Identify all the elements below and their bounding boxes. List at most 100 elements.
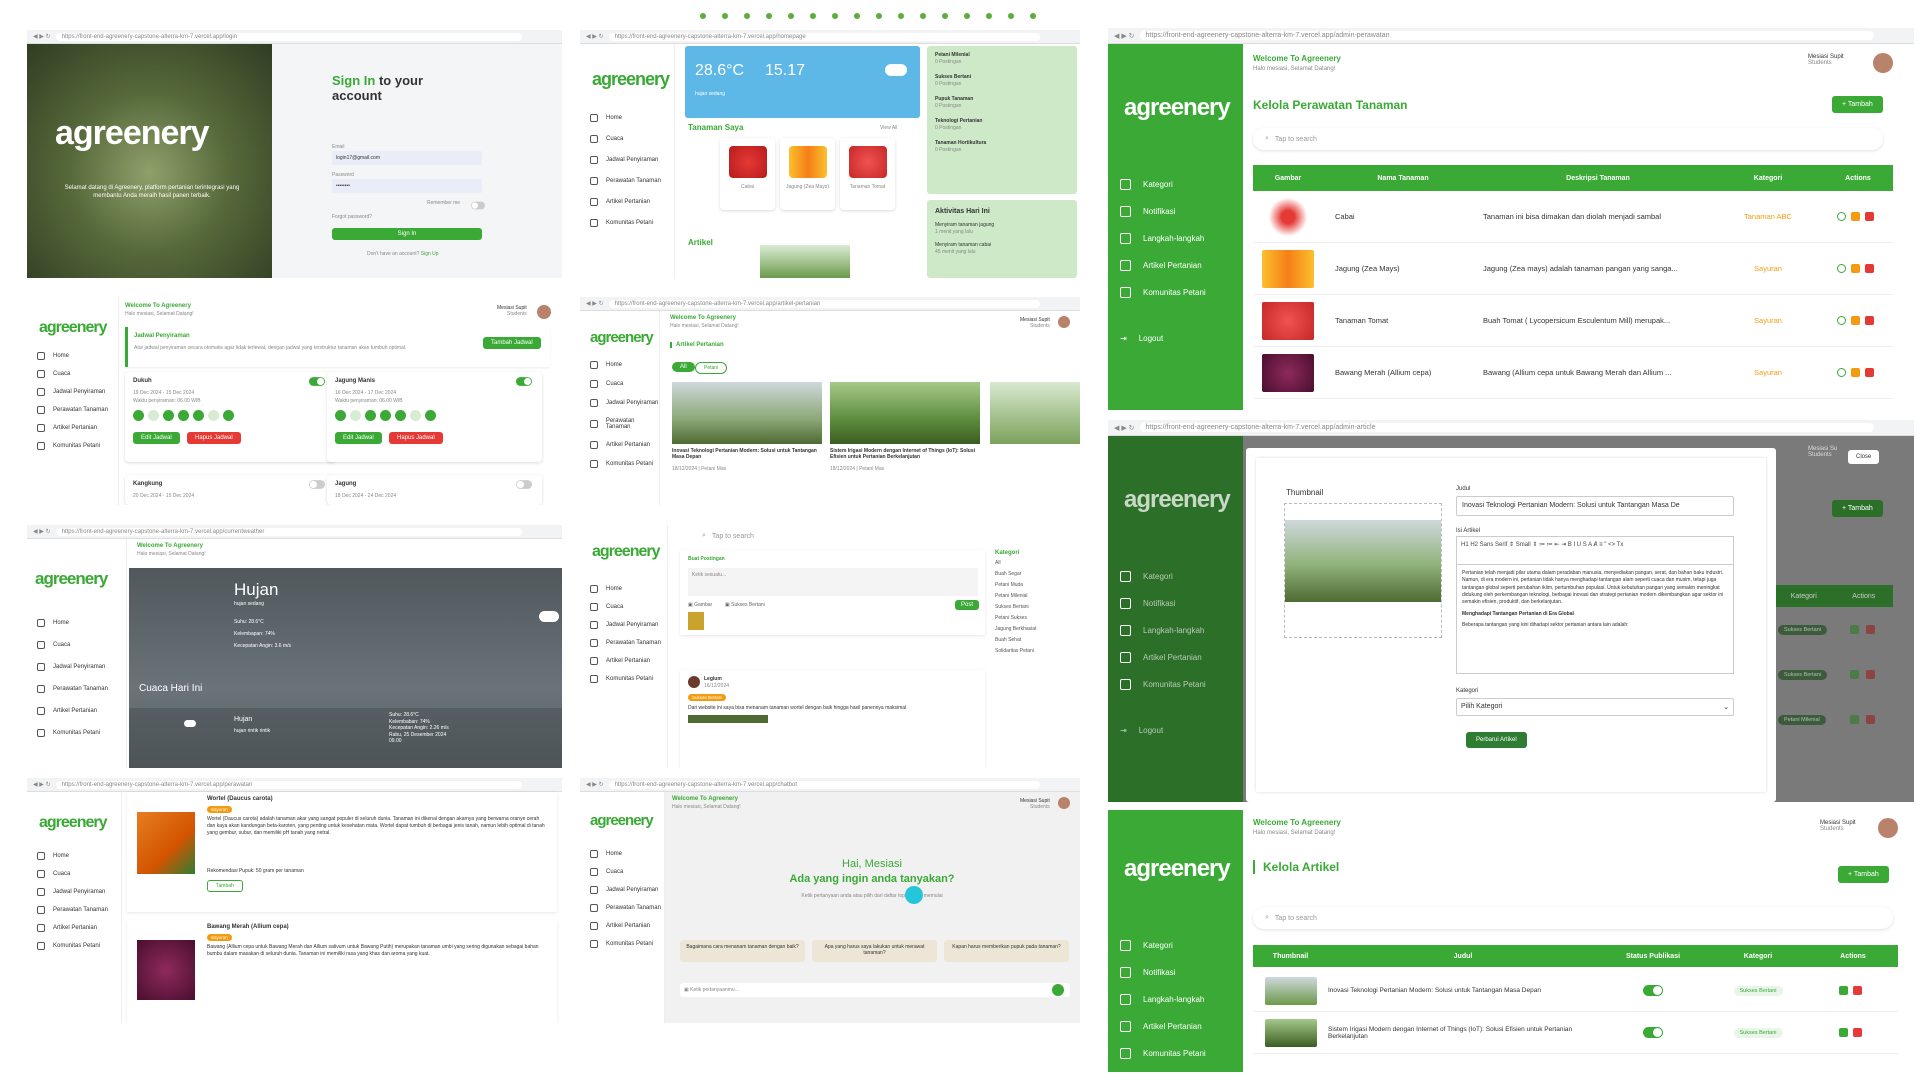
signup-link[interactable]: Sign Up (421, 251, 439, 257)
carousel-dot[interactable] (942, 13, 948, 19)
carousel-dot[interactable] (810, 13, 816, 19)
category-item[interactable]: Teknologi Pertanian (935, 118, 982, 124)
sidebar-item-artikel-pertanian[interactable]: Artikel Pertanian (590, 922, 661, 930)
day-dot[interactable] (425, 410, 436, 421)
category-item[interactable]: Tanaman Hortikultura (935, 140, 986, 146)
search-input[interactable]: ⌕ Tap to search (1253, 907, 1893, 929)
forecast-card[interactable]: Hujan hujan rintik rintik Suhu: 28.6°C K… (129, 708, 562, 768)
table-row[interactable]: Inovasi Teknologi Pertanian Modern: Solu… (1253, 970, 1898, 1012)
admin-nav-item-artikel-pertanian[interactable]: Artikel Pertanian (1120, 260, 1206, 271)
sidebar-item-komunitas-petani[interactable]: Komunitas Petani (590, 460, 659, 468)
sidebar-item-jadwal-penyiraman[interactable]: Jadwal Penyiraman (590, 156, 661, 164)
table-row[interactable]: Tanaman Tomat Buah Tomat ( Lycopersicum E… (1253, 295, 1893, 347)
image-icon[interactable]: ▣ (688, 602, 693, 608)
day-dot[interactable] (163, 410, 174, 421)
add-button[interactable]: + Tambah (1832, 96, 1883, 113)
editor-toolbar[interactable]: H1 H2 Sans Serif ⇕ Small ⇕ ≔ ≔ ⇤ ⇥ B I U… (1456, 536, 1734, 564)
category-item[interactable]: Pupuk Tanaman (935, 96, 973, 102)
judul-input[interactable]: Inovasi Teknologi Pertanian Modern: Solu… (1456, 496, 1734, 516)
admin-nav-item-notifikasi[interactable]: Notifikasi (1120, 206, 1206, 217)
add-button[interactable]: Tambah (207, 880, 243, 892)
category-item[interactable]: All (995, 560, 1075, 566)
admin-nav-item-artikel-pertanian[interactable]: Artikel Pertanian (1120, 1021, 1206, 1032)
edit-schedule-button[interactable]: Edit Jadwal (335, 432, 382, 444)
sidebar-item-jadwal-penyiraman[interactable]: Jadwal Penyiraman (590, 621, 661, 629)
article-card[interactable]: Inovasi Teknologi Pertanian Modern: Solu… (672, 382, 822, 502)
admin-nav-item-langkah-langkah[interactable]: Langkah-langkah (1120, 233, 1206, 244)
carousel-dot[interactable] (744, 13, 750, 19)
add-schedule-button[interactable]: Tambah Jadwal (483, 337, 541, 349)
search-input[interactable]: ⌕ Tap to search (690, 529, 990, 543)
sidebar-item-perawatan-tanaman[interactable]: Perawatan Tanaman (590, 639, 661, 647)
day-dot[interactable] (193, 410, 204, 421)
url-bar[interactable]: https://front-end-agreenery-capstone-alt… (1139, 31, 1874, 40)
schedule-toggle[interactable] (516, 377, 532, 386)
admin-nav-item-kategori[interactable]: Kategori (1120, 571, 1206, 582)
admin-nav-item-komunitas-petani[interactable]: Komunitas Petani (1120, 679, 1206, 690)
sidebar-item-cuaca[interactable]: Cuaca (37, 370, 108, 378)
sidebar-item-artikel-pertanian[interactable]: Artikel Pertanian (37, 424, 108, 432)
category-item[interactable]: Petani Muda (995, 582, 1075, 588)
carousel-dot[interactable] (876, 13, 882, 19)
sidebar-item-jadwal-penyiraman[interactable]: Jadwal Penyiraman (37, 663, 108, 671)
sidebar-item-komunitas-petani[interactable]: Komunitas Petani (37, 729, 108, 737)
sidebar-item-artikel-pertanian[interactable]: Artikel Pertanian (590, 198, 661, 206)
suggestion-chip[interactable]: Bagaimana cara menanam tanaman dengan ba… (680, 940, 805, 962)
thumbnail-dropzone[interactable] (1284, 503, 1442, 638)
article-card[interactable]: Sistem Irigasi Modern dengan Internet of… (830, 382, 980, 502)
day-dot[interactable] (133, 410, 144, 421)
category-item[interactable]: Buah Segar (995, 571, 1075, 577)
sidebar-item-cuaca[interactable]: Cuaca (590, 135, 661, 143)
sidebar-item-cuaca[interactable]: Cuaca (590, 380, 659, 388)
day-dot[interactable] (335, 410, 346, 421)
add-button[interactable]: + Tambah (1838, 866, 1889, 883)
avatar[interactable] (537, 305, 551, 319)
remember-toggle[interactable] (471, 201, 485, 210)
signin-button[interactable]: Sign In (332, 228, 482, 240)
sidebar-item-artikel-pertanian[interactable]: Artikel Pertanian (37, 924, 108, 932)
sidebar-item-komunitas-petani[interactable]: Komunitas Petani (590, 219, 661, 227)
edit-icon[interactable] (1850, 715, 1859, 724)
day-dot[interactable] (410, 410, 421, 421)
sidebar-item-komunitas-petani[interactable]: Komunitas Petani (37, 442, 108, 450)
carousel-dot[interactable] (766, 13, 772, 19)
edit-icon[interactable] (1851, 264, 1860, 273)
sidebar-item-perawatan-tanaman[interactable]: Perawatan Tanaman (37, 685, 108, 693)
category-item[interactable]: Jagung Berkhasiat (995, 626, 1075, 632)
password-field[interactable]: •••••••• (332, 179, 482, 193)
admin-nav-item-kategori[interactable]: Kategori (1120, 179, 1206, 190)
admin-nav-item-artikel-pertanian[interactable]: Artikel Pertanian (1120, 652, 1206, 663)
carousel-dot[interactable] (1008, 13, 1014, 19)
edit-icon[interactable] (1851, 316, 1860, 325)
category-item[interactable]: Petani Milenial (935, 52, 970, 58)
avatar[interactable] (1058, 797, 1070, 809)
table-row[interactable]: Jagung (Zea Mays) Jagung (Zea mays) adala… (1253, 243, 1893, 295)
see-all-link[interactable]: View All (880, 125, 897, 131)
sidebar-item-cuaca[interactable]: Cuaca (37, 641, 108, 649)
sidebar-item-artikel-pertanian[interactable]: Artikel Pertanian (37, 707, 108, 715)
edit-icon[interactable] (1850, 625, 1859, 634)
edit-icon[interactable] (1850, 670, 1859, 679)
day-dot[interactable] (350, 410, 361, 421)
admin-nav-item-komunitas-petani[interactable]: Komunitas Petani (1120, 287, 1206, 298)
carousel-dot[interactable] (722, 13, 728, 19)
admin-nav-item-notifikasi[interactable]: Notifikasi (1120, 967, 1206, 978)
suggestion-chip[interactable]: Apa yang harus saya lakukan untuk merawa… (812, 940, 937, 962)
edit-icon[interactable] (1839, 1028, 1848, 1037)
day-dot[interactable] (208, 410, 219, 421)
carousel-dot[interactable] (920, 13, 926, 19)
url-bar[interactable]: https://front-end-agreenery-capstone-alt… (608, 32, 1040, 41)
search-input[interactable]: ⌕ Tap to search (1253, 128, 1883, 150)
article-thumb[interactable] (760, 245, 850, 278)
sidebar-item-perawatan-tanaman[interactable]: Perawatan Tanaman (37, 906, 108, 914)
category-item[interactable]: Solidaritas Petani (995, 648, 1075, 654)
carousel-dot[interactable] (832, 13, 838, 19)
category-item[interactable]: Petani Milenial (995, 593, 1075, 599)
url-bar[interactable]: https://front-end-agreenery-capstone-alt… (608, 299, 1040, 308)
table-row[interactable]: Sistem Irigasi Modern dengan Internet of… (1253, 1012, 1898, 1054)
delete-icon[interactable] (1865, 316, 1874, 325)
article-image[interactable] (990, 382, 1080, 444)
view-icon[interactable] (1837, 316, 1846, 325)
weather-card[interactable]: 28.6°C 15.17 hujan sedang (685, 46, 920, 118)
sidebar-item-jadwal-penyiraman[interactable]: Jadwal Penyiraman (37, 888, 108, 896)
